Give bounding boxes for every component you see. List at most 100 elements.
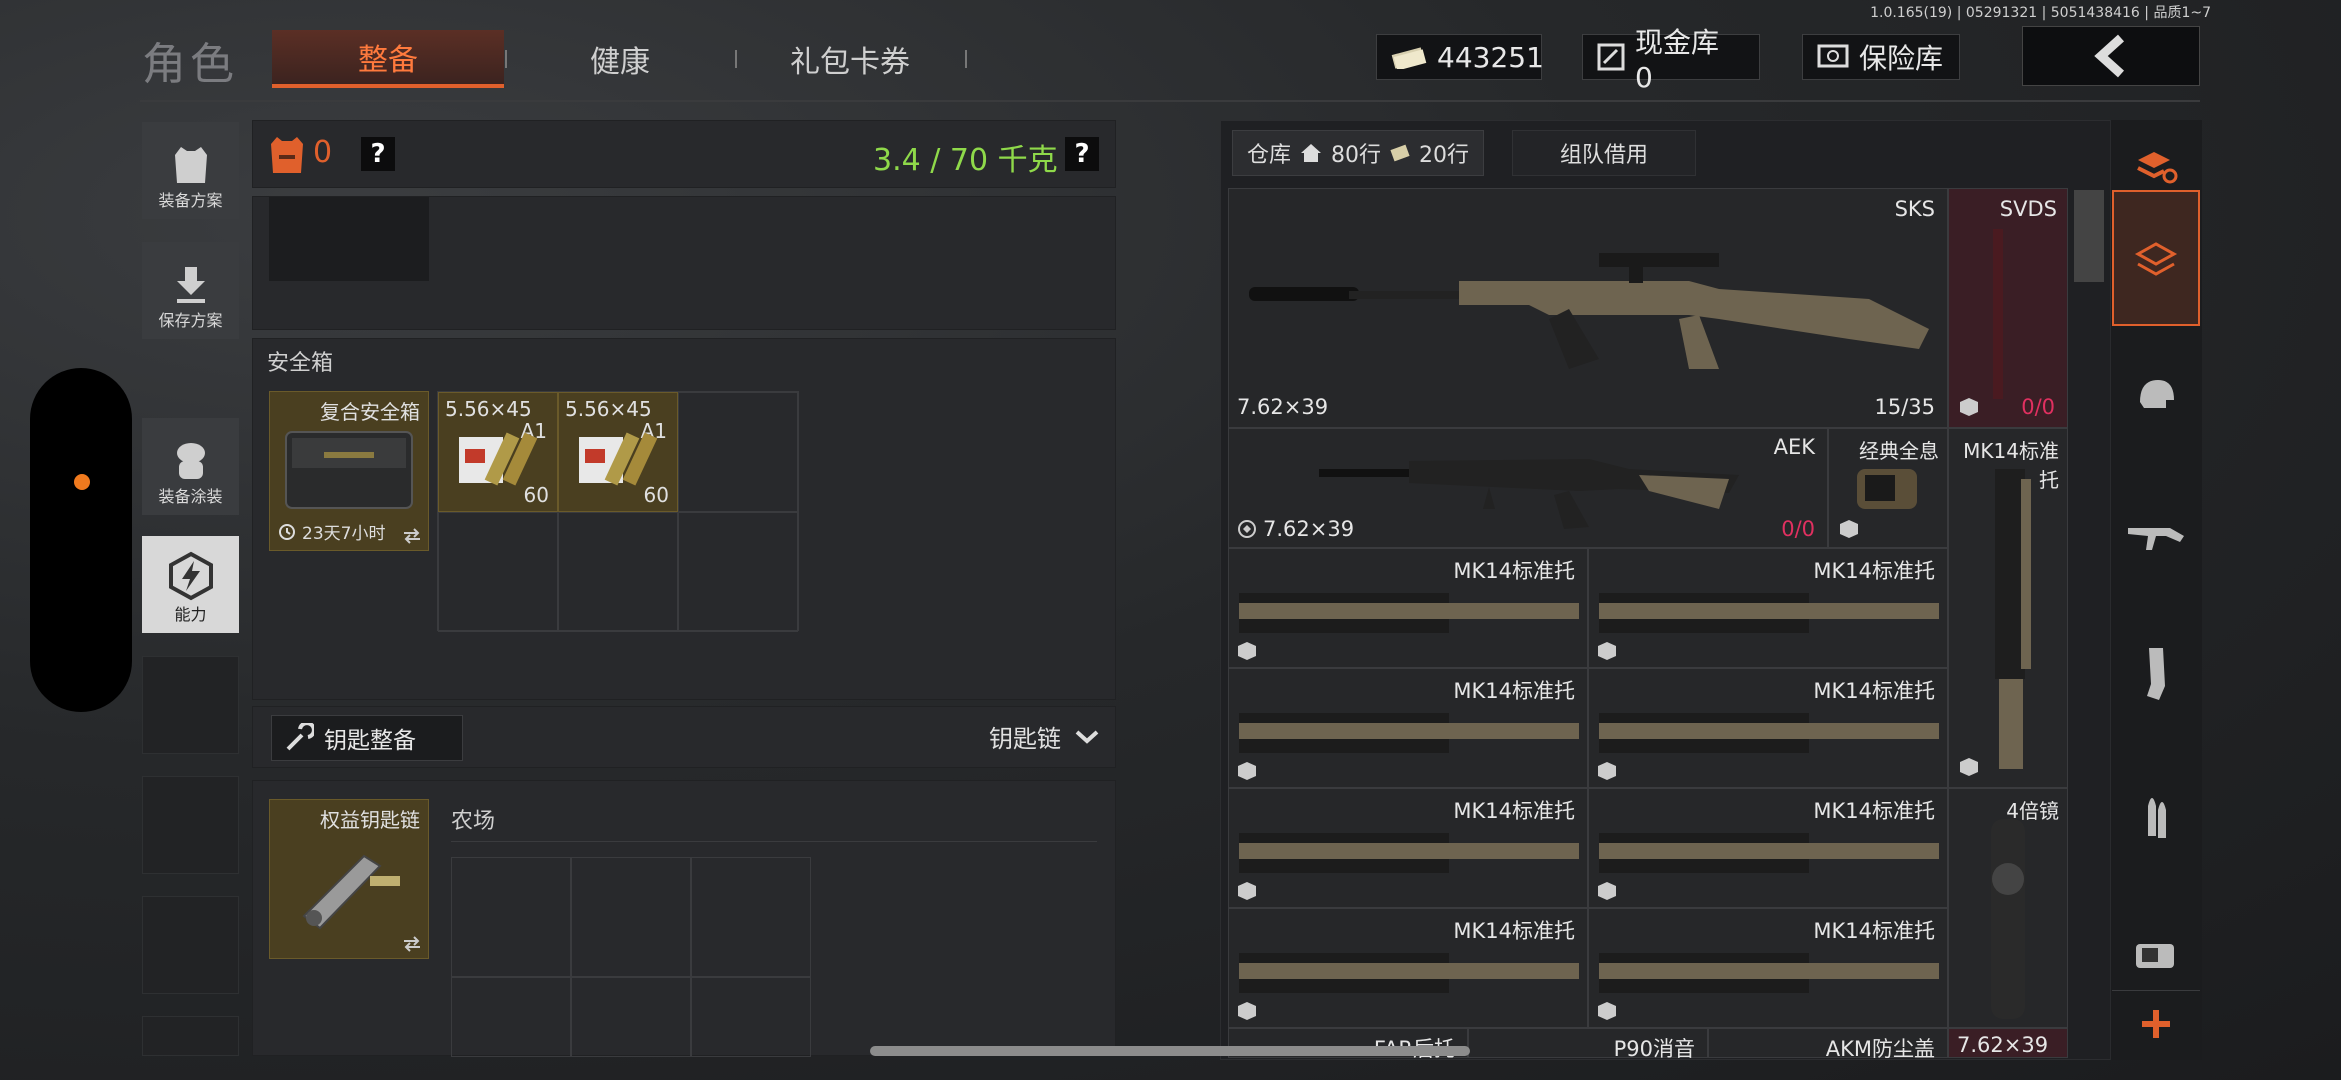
rifle-icon bbox=[1249, 219, 1929, 379]
help-button[interactable]: ? bbox=[361, 137, 395, 171]
box-icon bbox=[1959, 397, 1979, 417]
box-icon bbox=[1597, 1001, 1617, 1021]
category-ammo[interactable] bbox=[2112, 770, 2200, 858]
empty-grid-cell[interactable] bbox=[571, 977, 691, 1057]
tab-equipment[interactable]: 整备 bbox=[272, 30, 504, 88]
stock-mk14[interactable]: MK14标准托 bbox=[1588, 788, 1948, 908]
sight-icon bbox=[1851, 463, 1931, 519]
box-icon bbox=[1237, 881, 1257, 901]
weight-help-button[interactable]: ? bbox=[1065, 137, 1099, 171]
keychain-dropdown[interactable]: 钥匙链 bbox=[989, 719, 1099, 754]
stock-mk14[interactable]: MK14标准托 bbox=[1588, 668, 1948, 788]
warehouse-tab[interactable]: 仓库 80行 20行 bbox=[1232, 130, 1485, 176]
box-icon bbox=[1597, 881, 1617, 901]
empty-grid-cell[interactable] bbox=[678, 512, 798, 632]
safe-vault-button[interactable]: 保险库 bbox=[1802, 34, 1960, 80]
scope-4x[interactable]: 4倍镜 bbox=[1948, 788, 2068, 1028]
box-icon bbox=[1597, 641, 1617, 661]
back-button[interactable] bbox=[2022, 26, 2200, 86]
rifle-icon bbox=[1319, 439, 1739, 529]
keys-header: 钥匙整备 钥匙链 bbox=[252, 706, 1116, 768]
save-plan-button[interactable]: 保存方案 bbox=[142, 242, 239, 339]
ammo-item[interactable]: 5.56×45 A1 60 bbox=[438, 392, 558, 512]
tab-gift-coupons[interactable]: 礼包卡券 bbox=[760, 30, 940, 88]
empty-grid-cell[interactable] bbox=[678, 392, 798, 512]
empty-grid-cell[interactable] bbox=[691, 857, 811, 977]
keychain-slot[interactable]: 权益钥匙链 bbox=[269, 799, 429, 959]
stock-icon bbox=[1239, 943, 1579, 1003]
category-attachments[interactable] bbox=[2112, 910, 2200, 998]
wrench-icon bbox=[284, 723, 314, 753]
role-label: 角色 bbox=[142, 39, 238, 90]
layers-icon bbox=[2134, 238, 2178, 278]
location-label: 农场 bbox=[451, 809, 496, 834]
lightning-icon bbox=[166, 551, 216, 601]
category-magazines[interactable] bbox=[2112, 630, 2200, 718]
add-category-button[interactable] bbox=[2112, 990, 2200, 1056]
empty-grid-cell[interactable] bbox=[451, 857, 571, 977]
shield-icon bbox=[1237, 519, 1257, 539]
category-all[interactable] bbox=[2112, 190, 2200, 326]
key-grid bbox=[451, 857, 931, 1057]
safe-box-panel: 安全箱 复合安全箱 23天7小时 5.56×45 A1 60 5.56×45 A… bbox=[252, 338, 1116, 700]
empty-grid-cell[interactable] bbox=[558, 512, 678, 632]
weapon-aek[interactable]: AEK 7.62×39 0/0 bbox=[1228, 428, 1828, 548]
stock-mk14[interactable]: MK14标准托 bbox=[1228, 668, 1588, 788]
ammo-box-icon bbox=[575, 427, 665, 489]
box-icon bbox=[1237, 641, 1257, 661]
stock-mk14[interactable]: MK14标准托 bbox=[1228, 908, 1588, 1028]
ammo-762[interactable]: 7.62×39 bbox=[1948, 1028, 2068, 1058]
empty-slot bbox=[142, 776, 239, 874]
safe-container-slot[interactable]: 复合安全箱 23天7小时 bbox=[269, 391, 429, 551]
stock-icon bbox=[1599, 943, 1939, 1003]
money-display: 443251 bbox=[1376, 34, 1544, 80]
rifle-icon bbox=[1979, 229, 2019, 399]
tab-divider bbox=[505, 50, 507, 68]
stock-mk14[interactable]: MK14标准托 bbox=[1588, 548, 1948, 668]
tab-health[interactable]: 健康 bbox=[530, 30, 710, 88]
home-icon bbox=[1299, 142, 1323, 164]
sight-holographic[interactable]: 经典全息 bbox=[1828, 428, 1948, 548]
safe-box-grid: 5.56×45 A1 60 5.56×45 A1 60 bbox=[437, 391, 799, 632]
cash-vault-button[interactable]: 现金库 0 bbox=[1582, 26, 1760, 94]
scrollbar[interactable] bbox=[2074, 190, 2104, 282]
ability-button[interactable]: 能力 bbox=[142, 536, 239, 633]
empty-slot bbox=[142, 656, 239, 754]
team-borrow-tab[interactable]: 组队借用 bbox=[1512, 130, 1696, 176]
clock-icon bbox=[278, 523, 296, 541]
mk14-grid: MK14标准托 MK14标准托 MK14标准托 MK14标准托 MK14标准托 … bbox=[1228, 548, 1948, 1028]
weapon-sks[interactable]: SKS 7.62×39 15/35 bbox=[1228, 188, 1948, 428]
empty-grid-cell[interactable] bbox=[571, 857, 691, 977]
stock-mk14[interactable]: MK14标准托 bbox=[1228, 788, 1588, 908]
divider bbox=[451, 841, 1097, 842]
stock-icon bbox=[1985, 469, 2035, 769]
stock-icon bbox=[1599, 703, 1939, 763]
stack-refresh-icon bbox=[2134, 146, 2178, 186]
category-weapons[interactable] bbox=[2112, 490, 2200, 578]
scope-icon bbox=[1973, 819, 2043, 1019]
dust-cover-akm[interactable]: AKM防尘盖 bbox=[1708, 1028, 1948, 1058]
loadout-header: 0 ? 3.4 / 70 千克 ? bbox=[252, 120, 1116, 188]
stock-mk14[interactable]: MK14标准托 bbox=[1228, 548, 1588, 668]
version-text: 1.0.165(19) | 05291321 | 5051438416 | 品质… bbox=[1870, 5, 2211, 21]
ammo-item[interactable]: 5.56×45 A1 60 bbox=[558, 392, 678, 512]
stock-mk14-vertical[interactable]: MK14标准托 bbox=[1948, 428, 2068, 788]
suppressor-p90[interactable]: P90消音 bbox=[1468, 1028, 1708, 1058]
key-equip-button[interactable]: 钥匙整备 bbox=[271, 715, 463, 761]
ticket-icon bbox=[1389, 144, 1411, 162]
equipment-slot[interactable] bbox=[269, 197, 429, 281]
floating-handle[interactable] bbox=[30, 368, 132, 712]
box-icon bbox=[1237, 1001, 1257, 1021]
weapon-svds[interactable]: SVDS 0/0 bbox=[1948, 188, 2068, 428]
empty-slot bbox=[142, 896, 239, 994]
empty-grid-cell[interactable] bbox=[691, 977, 811, 1057]
header-divider bbox=[140, 100, 2200, 102]
stock-icon bbox=[1599, 583, 1939, 643]
empty-grid-cell[interactable] bbox=[438, 512, 558, 632]
empty-grid-cell[interactable] bbox=[451, 977, 571, 1057]
stock-mk14[interactable]: MK14标准托 bbox=[1588, 908, 1948, 1028]
loadout-plan-button[interactable]: 装备方案 bbox=[142, 122, 239, 219]
equipment-skin-button[interactable]: 装备涂装 bbox=[142, 418, 239, 515]
category-helmet[interactable] bbox=[2112, 350, 2200, 438]
home-indicator[interactable] bbox=[870, 1046, 1470, 1056]
